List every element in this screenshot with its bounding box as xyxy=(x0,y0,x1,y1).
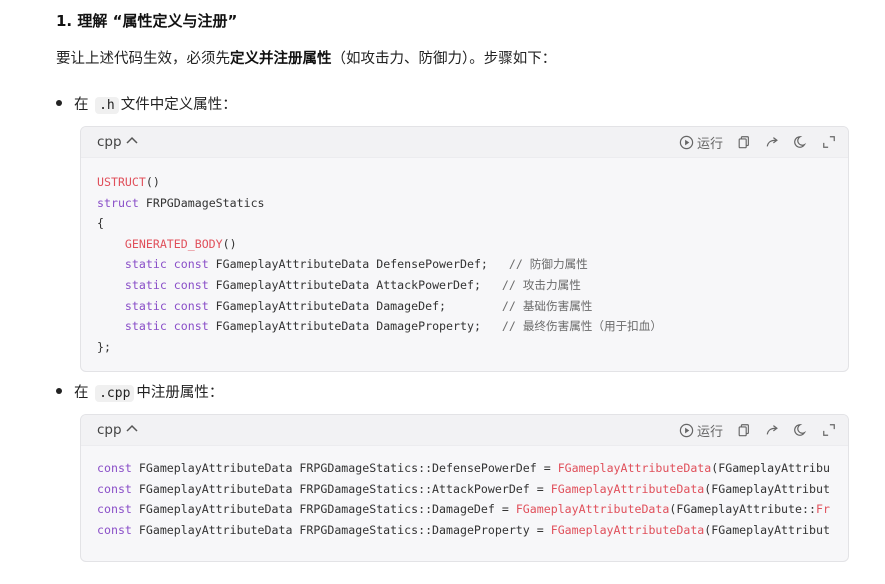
code-line: const FGameplayAttributeData FRPGDamageS… xyxy=(97,522,830,537)
share-arrow-icon xyxy=(766,137,778,147)
language-label: cpp xyxy=(97,422,122,438)
language-label: cpp xyxy=(97,134,122,150)
code-line: }; xyxy=(97,339,111,354)
code-line: static const FGameplayAttributeData Defe… xyxy=(124,257,588,272)
share-arrow-icon xyxy=(766,425,778,435)
share-button[interactable] xyxy=(765,423,780,437)
intro-paragraph: 要让上述代码生效，必须先定义并注册属性（如攻击力、防御力）。步骤如下： xyxy=(56,47,556,68)
theme-moon-icon xyxy=(794,424,807,436)
run-button[interactable]: 运行 xyxy=(679,421,723,440)
code-content: USTRUCT() struct FRPGDamageStatics { GENER… xyxy=(81,158,848,357)
code-block-cpp: cpp 运行 const FGameplayAttributeData FRPG… xyxy=(80,414,849,562)
code-line: static const FGameplayAttributeData Dama… xyxy=(124,298,593,313)
language-toggle[interactable]: cpp xyxy=(97,134,138,150)
code-line: { xyxy=(97,216,104,231)
expand-button[interactable] xyxy=(822,423,836,437)
code-line: static const FGameplayAttributeData Dama… xyxy=(124,319,662,334)
run-label: 运行 xyxy=(696,136,723,152)
bullet-dot xyxy=(56,388,62,394)
expand-button[interactable] xyxy=(822,135,836,149)
copy-button[interactable] xyxy=(737,135,751,149)
section-heading: 1. 理解 “属性定义与注册” xyxy=(56,12,238,30)
list-item: 在 .cpp 中注册属性： xyxy=(56,381,223,402)
list-item: 在 .h 文件中定义属性： xyxy=(56,93,237,114)
copy-icon xyxy=(738,424,749,437)
run-button[interactable]: 运行 xyxy=(679,133,723,152)
bullet-dot xyxy=(56,100,62,106)
play-circle-icon xyxy=(679,135,694,150)
theme-moon-icon xyxy=(794,136,807,148)
inline-code: .h xyxy=(95,97,119,114)
bullet-prefix: 在 xyxy=(74,97,89,113)
bullet-suffix: 文件中定义属性： xyxy=(120,97,237,113)
share-button[interactable] xyxy=(765,135,780,149)
inline-code: .cpp xyxy=(95,385,135,402)
code-block-header: cpp 运行 xyxy=(81,127,848,158)
expand-icon xyxy=(823,424,835,436)
chevron-up-icon xyxy=(126,136,138,147)
copy-button[interactable] xyxy=(737,423,751,437)
code-line: GENERATED_BODY() xyxy=(124,236,237,251)
language-toggle[interactable]: cpp xyxy=(97,422,138,438)
intro-text-bold: 定义并注册属性 xyxy=(230,51,332,67)
code-line: const FGameplayAttributeData FRPGDamageS… xyxy=(97,481,830,496)
copy-icon xyxy=(738,136,749,149)
intro-text-after: （如攻击力、防御力）。步骤如下： xyxy=(331,51,557,67)
code-block-h: cpp 运行 USTRUCT() struct FRPGDamageStatic… xyxy=(80,126,849,372)
play-circle-icon xyxy=(679,423,694,438)
theme-toggle[interactable] xyxy=(794,423,808,437)
bullet-prefix: 在 xyxy=(74,385,89,401)
code-toolbar: 运行 xyxy=(679,133,836,152)
code-block-header: cpp 运行 xyxy=(81,415,848,446)
expand-icon xyxy=(823,136,835,148)
code-content: const FGameplayAttributeData FRPGDamageS… xyxy=(81,446,848,540)
run-label: 运行 xyxy=(696,424,723,440)
code-line: const FGameplayAttributeData FRPGDamageS… xyxy=(97,461,830,475)
code-toolbar: 运行 xyxy=(679,421,836,440)
bullet-suffix: 中注册属性： xyxy=(136,385,224,401)
code-line: struct FRPGDamageStatics xyxy=(97,195,265,210)
intro-text-before: 要让上述代码生效，必须先 xyxy=(56,51,230,67)
code-line: static const FGameplayAttributeData Atta… xyxy=(124,277,581,292)
code-line: const FGameplayAttributeData FRPGDamageS… xyxy=(97,502,830,517)
code-line: USTRUCT() xyxy=(97,175,160,189)
chevron-up-icon xyxy=(126,424,138,435)
theme-toggle[interactable] xyxy=(794,135,808,149)
